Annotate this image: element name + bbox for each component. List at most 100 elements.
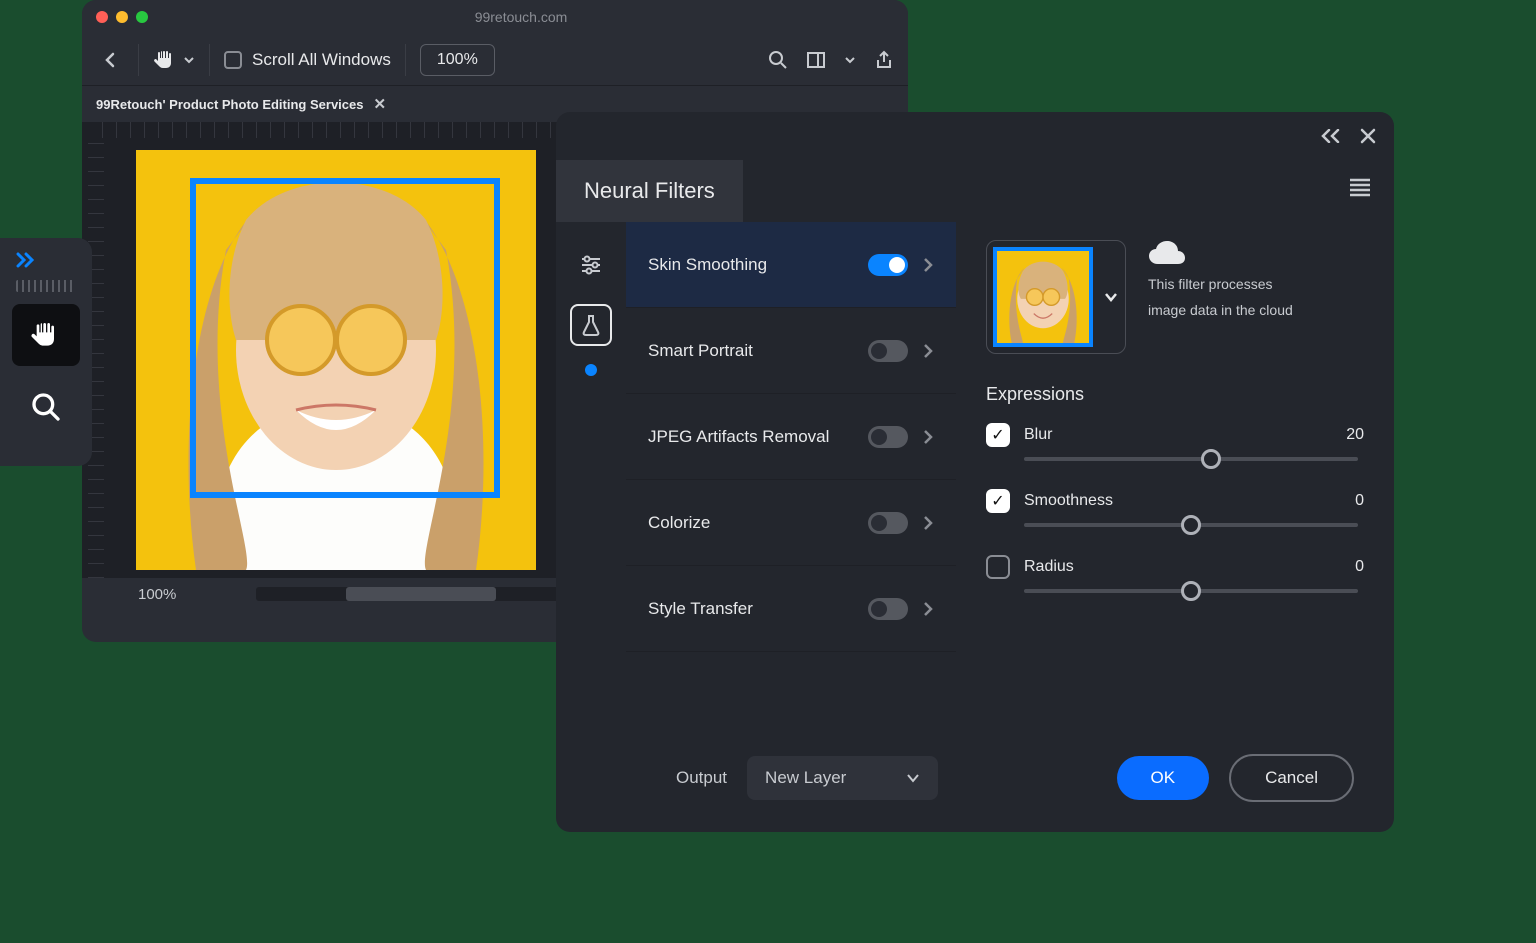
scroll-all-label: Scroll All Windows bbox=[252, 50, 391, 70]
tab-label: 99Retouch' Product Photo Editing Service… bbox=[96, 97, 363, 112]
filter-toggle[interactable] bbox=[868, 512, 908, 534]
traffic-lights bbox=[96, 11, 148, 23]
slider-checkbox[interactable]: ✓ bbox=[986, 489, 1010, 513]
panel-title: Neural Filters bbox=[556, 160, 743, 222]
portrait-thumb-illustration bbox=[997, 251, 1089, 343]
filter-label: Colorize bbox=[648, 513, 854, 533]
slider-knob[interactable] bbox=[1181, 581, 1201, 601]
chevron-right-icon bbox=[922, 257, 934, 273]
hand-icon bbox=[153, 48, 177, 72]
cloud-icon bbox=[1148, 240, 1293, 266]
neural-filters-panel: Neural Filters Skin Smoothing Smart Port… bbox=[556, 112, 1394, 832]
cancel-button[interactable]: Cancel bbox=[1229, 754, 1354, 802]
output-label: Output bbox=[676, 768, 727, 788]
chevron-right-icon bbox=[922, 515, 934, 531]
menu-icon bbox=[1348, 178, 1372, 198]
tools-panel bbox=[0, 238, 92, 466]
face-thumbnail bbox=[993, 247, 1093, 347]
slider-value: 0 bbox=[1355, 558, 1364, 576]
filter-label: JPEG Artifacts Removal bbox=[648, 427, 854, 447]
magnifier-icon bbox=[30, 391, 62, 423]
panel-titlebar: Neural Filters bbox=[556, 160, 1394, 222]
ok-button[interactable]: OK bbox=[1117, 756, 1210, 800]
chevron-right-icon bbox=[922, 601, 934, 617]
output-select[interactable]: New Layer bbox=[747, 756, 938, 800]
slider-value: 0 bbox=[1355, 492, 1364, 510]
filter-options: This filter processes image data in the … bbox=[956, 222, 1394, 728]
panel-grip[interactable] bbox=[16, 280, 76, 292]
slider-label: Radius bbox=[1024, 558, 1074, 576]
back-button[interactable] bbox=[96, 46, 124, 74]
chevron-down-icon bbox=[183, 54, 195, 66]
minimize-window-button[interactable] bbox=[116, 11, 128, 23]
filter-list: Skin Smoothing Smart Portrait JPEG Artif… bbox=[626, 222, 956, 728]
chevron-right-icon bbox=[922, 429, 934, 445]
slider-track[interactable] bbox=[1024, 523, 1358, 527]
panel-footer: Output New Layer OK Cancel bbox=[556, 728, 1394, 832]
search-icon[interactable] bbox=[768, 50, 788, 70]
close-window-button[interactable] bbox=[96, 11, 108, 23]
panel-menu-button[interactable] bbox=[1326, 160, 1394, 222]
slider-track[interactable] bbox=[1024, 457, 1358, 461]
filter-toggle[interactable] bbox=[868, 254, 908, 276]
slider-checkbox[interactable]: ✓ bbox=[986, 423, 1010, 447]
close-tab-icon[interactable]: ✕ bbox=[373, 95, 386, 113]
panel-header bbox=[556, 112, 1394, 160]
adjustments-category-button[interactable] bbox=[570, 244, 612, 286]
filter-toggle[interactable] bbox=[868, 426, 908, 448]
slider-label: Blur bbox=[1024, 426, 1052, 444]
maximize-window-button[interactable] bbox=[136, 11, 148, 23]
slider-value: 20 bbox=[1346, 426, 1364, 444]
filter-toggle[interactable] bbox=[868, 598, 908, 620]
checkbox-icon bbox=[224, 51, 242, 69]
filter-item-smart-portrait[interactable]: Smart Portrait bbox=[626, 308, 956, 394]
output-value: New Layer bbox=[765, 768, 846, 788]
hand-tool-indicator[interactable] bbox=[153, 48, 195, 72]
close-panel-button[interactable] bbox=[1360, 128, 1376, 144]
share-icon[interactable] bbox=[874, 50, 894, 70]
filter-label: Smart Portrait bbox=[648, 341, 854, 361]
cloud-info-text-2: image data in the cloud bbox=[1148, 302, 1293, 318]
canvas-image[interactable] bbox=[136, 150, 536, 570]
zoom-status-label: 100% bbox=[138, 586, 176, 603]
collapse-panel-button[interactable] bbox=[1320, 129, 1346, 143]
hand-tool-button[interactable] bbox=[12, 304, 80, 366]
slider-knob[interactable] bbox=[1201, 449, 1221, 469]
zoom-level-field[interactable]: 100% bbox=[420, 44, 495, 76]
window-url: 99retouch.com bbox=[148, 9, 894, 25]
slider-knob[interactable] bbox=[1181, 515, 1201, 535]
document-tab[interactable]: 99Retouch' Product Photo Editing Service… bbox=[96, 95, 386, 113]
slider-label: Smoothness bbox=[1024, 492, 1113, 510]
toolbar-separator bbox=[405, 44, 406, 76]
slider-radius: Radius 0 bbox=[986, 555, 1364, 593]
filter-label: Skin Smoothing bbox=[648, 255, 854, 275]
filter-item-colorize[interactable]: Colorize bbox=[626, 480, 956, 566]
slider-blur: ✓ Blur 20 bbox=[986, 423, 1364, 461]
face-preview-selector[interactable] bbox=[986, 240, 1126, 354]
filter-item-skin-smoothing[interactable]: Skin Smoothing bbox=[626, 222, 956, 308]
beta-category-button[interactable] bbox=[570, 304, 612, 346]
slider-track[interactable] bbox=[1024, 589, 1358, 593]
window-titlebar: 99retouch.com bbox=[82, 0, 908, 34]
filter-item-jpeg-artifacts-removal[interactable]: JPEG Artifacts Removal bbox=[626, 394, 956, 480]
main-toolbar: Scroll All Windows 100% bbox=[82, 34, 908, 86]
layout-icon[interactable] bbox=[806, 50, 826, 70]
expressions-section-title: Expressions bbox=[986, 384, 1364, 405]
portrait-illustration bbox=[136, 150, 536, 570]
chevron-down-icon bbox=[906, 771, 920, 785]
scrollbar-thumb[interactable] bbox=[346, 587, 496, 601]
toolbar-separator bbox=[138, 44, 139, 76]
chevron-down-icon[interactable] bbox=[844, 54, 856, 66]
expand-tools-button[interactable] bbox=[10, 248, 82, 272]
panel-body: Skin Smoothing Smart Portrait JPEG Artif… bbox=[556, 222, 1394, 728]
scroll-all-windows-checkbox[interactable]: Scroll All Windows bbox=[224, 50, 391, 70]
zoom-tool-button[interactable] bbox=[12, 376, 80, 438]
filter-category-rail bbox=[556, 222, 626, 728]
flask-icon bbox=[580, 314, 602, 336]
chevron-down-icon bbox=[1103, 289, 1119, 305]
slider-checkbox[interactable] bbox=[986, 555, 1010, 579]
filter-toggle[interactable] bbox=[868, 340, 908, 362]
toolbar-separator bbox=[209, 44, 210, 76]
filter-item-style-transfer[interactable]: Style Transfer bbox=[626, 566, 956, 652]
hand-icon bbox=[30, 319, 62, 351]
